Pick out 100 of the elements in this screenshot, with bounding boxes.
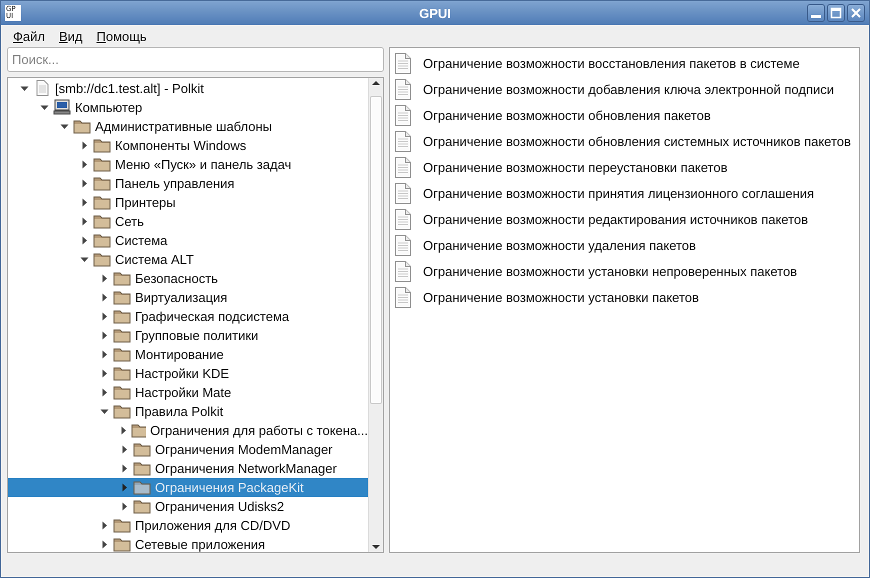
- folder-icon: [93, 156, 111, 172]
- menu-item[interactable]: Помощь: [90, 26, 153, 46]
- folder-icon: [93, 137, 111, 154]
- policy-item[interactable]: Ограничение возможности принятия лицензионного соглашения: [423, 186, 814, 200]
- tree-item[interactable]: Сетевые приложения: [8, 534, 368, 552]
- expand-arrow-icon[interactable]: [120, 444, 128, 454]
- policy-item[interactable]: Ограничение возможности переустановки пакетов: [423, 160, 728, 174]
- expand-arrow-icon[interactable]: [100, 368, 108, 378]
- expand-arrow-icon[interactable]: [100, 330, 108, 340]
- folder-icon: [113, 308, 131, 324]
- maximize-button[interactable]: [827, 4, 845, 22]
- policy-item[interactable]: Ограничение возможности установки непроверенных пакетов: [423, 264, 798, 278]
- document-icon: [394, 52, 412, 74]
- document-icon: [394, 208, 412, 230]
- computer-icon: [53, 99, 71, 116]
- folder-icon: [93, 232, 111, 248]
- tree-item[interactable]: Компоненты Windows: [8, 136, 368, 155]
- expand-arrow-icon[interactable]: [80, 140, 88, 150]
- folder-icon: [133, 479, 151, 496]
- tree-item[interactable]: Настройки Mate: [8, 382, 368, 402]
- minimize-button[interactable]: [807, 4, 825, 22]
- folder-icon: [133, 498, 151, 514]
- folder-icon: [93, 194, 111, 210]
- tree-item[interactable]: Правила Polkit: [8, 402, 368, 421]
- folder-icon: [93, 175, 111, 192]
- expand-arrow-icon[interactable]: [100, 274, 108, 283]
- collapse-arrow-icon[interactable]: [60, 122, 68, 131]
- policy-item[interactable]: Ограничение возможности удаления пакетов: [423, 238, 696, 252]
- tree-item[interactable]: Настройки KDE: [8, 364, 368, 383]
- tree-item[interactable]: Монтирование: [8, 344, 368, 364]
- tree-item[interactable]: Ограничения для работы с токена...: [8, 420, 368, 440]
- folder-icon: [113, 270, 131, 286]
- tree-item[interactable]: Безопасность: [8, 268, 368, 288]
- menu-item[interactable]: Вид: [52, 26, 88, 46]
- menu-item[interactable]: Файл: [7, 26, 51, 46]
- close-button[interactable]: [847, 4, 865, 22]
- scrollbar[interactable]: [368, 78, 383, 552]
- tree-item[interactable]: [smb://dc1.test.alt] - Polkit: [8, 78, 368, 98]
- expand-arrow-icon[interactable]: [100, 292, 108, 302]
- expand-arrow-icon[interactable]: [100, 388, 108, 397]
- folder-icon: [93, 213, 111, 230]
- search-field[interactable]: Поиск...: [7, 47, 384, 72]
- policy-item[interactable]: Ограничение возможности редактирования источников пакетов: [423, 212, 808, 226]
- policy-item[interactable]: Ограничение возможности установки пакетов: [423, 290, 699, 304]
- document-icon: [394, 78, 412, 100]
- tree-item[interactable]: Ограничения NetworkManager: [8, 458, 368, 478]
- expand-arrow-icon[interactable]: [100, 312, 108, 321]
- document-icon: [394, 130, 412, 152]
- tree-item[interactable]: Административные шаблоны: [8, 116, 368, 136]
- document-icon: [394, 234, 412, 256]
- folder-icon: [73, 118, 91, 134]
- tree-item[interactable]: Принтеры: [8, 192, 368, 212]
- folder-icon: [113, 346, 131, 362]
- document-icon: [394, 156, 412, 178]
- tree-item[interactable]: Ограничения Udisks2: [8, 496, 368, 516]
- tree-item[interactable]: Виртуализация: [8, 288, 368, 307]
- expand-arrow-icon[interactable]: [120, 464, 128, 473]
- expand-arrow-icon[interactable]: [80, 160, 88, 169]
- maximize-icon: [830, 7, 842, 19]
- collapse-arrow-icon[interactable]: [100, 406, 108, 416]
- policy-item[interactable]: Ограничение возможности восстановления пакетов в системе: [423, 56, 800, 70]
- expand-arrow-icon[interactable]: [100, 350, 108, 359]
- policy-item[interactable]: Ограничение возможности добавления ключа электронной подписи: [423, 82, 834, 96]
- expand-arrow-icon[interactable]: [120, 502, 128, 511]
- tree-item[interactable]: Графическая подсистема: [8, 306, 368, 326]
- expand-arrow-icon[interactable]: [118, 426, 128, 435]
- tree-item[interactable]: Система ALT: [8, 250, 368, 269]
- folder-icon: [93, 251, 111, 268]
- collapse-arrow-icon[interactable]: [20, 84, 28, 93]
- expand-arrow-icon[interactable]: [80, 236, 88, 245]
- document-icon: [394, 182, 412, 204]
- tree-item[interactable]: Система: [8, 230, 368, 250]
- minimize-icon: [811, 15, 821, 18]
- folder-icon: [133, 441, 151, 458]
- expand-arrow-icon[interactable]: [80, 178, 88, 188]
- expand-arrow-icon[interactable]: [100, 520, 108, 530]
- folder-icon: [113, 365, 131, 382]
- tree-item[interactable]: Ограничения ModemManager: [8, 440, 368, 459]
- tree-item[interactable]: Меню «Пуск» и панель задач: [8, 154, 368, 174]
- document-icon: [394, 286, 412, 308]
- policy-item[interactable]: Ограничение возможности обновления пакетов: [423, 108, 711, 122]
- tree-item[interactable]: Сеть: [8, 212, 368, 231]
- expand-arrow-icon[interactable]: [100, 540, 108, 549]
- policy-item[interactable]: Ограничение возможности обновления системных источников пакетов: [423, 134, 851, 148]
- collapse-arrow-icon[interactable]: [80, 254, 88, 264]
- folder-icon: [113, 517, 131, 534]
- document-icon: [394, 104, 412, 126]
- folder-icon: [133, 460, 151, 476]
- expand-arrow-icon[interactable]: [80, 198, 88, 207]
- expand-arrow-icon[interactable]: [120, 482, 128, 492]
- collapse-arrow-icon[interactable]: [40, 102, 48, 112]
- tree-item[interactable]: Приложения для CD/DVD: [8, 516, 368, 535]
- tree-item[interactable]: Панель управления: [8, 174, 368, 193]
- folder-icon: [113, 327, 131, 344]
- scroll-down-icon[interactable]: [371, 542, 381, 552]
- document-icon: [394, 260, 412, 282]
- expand-arrow-icon[interactable]: [80, 216, 88, 226]
- tree-item[interactable]: Компьютер: [8, 98, 368, 117]
- tree-item[interactable]: Групповые политики: [8, 326, 368, 345]
- folder-icon: [113, 536, 131, 552]
